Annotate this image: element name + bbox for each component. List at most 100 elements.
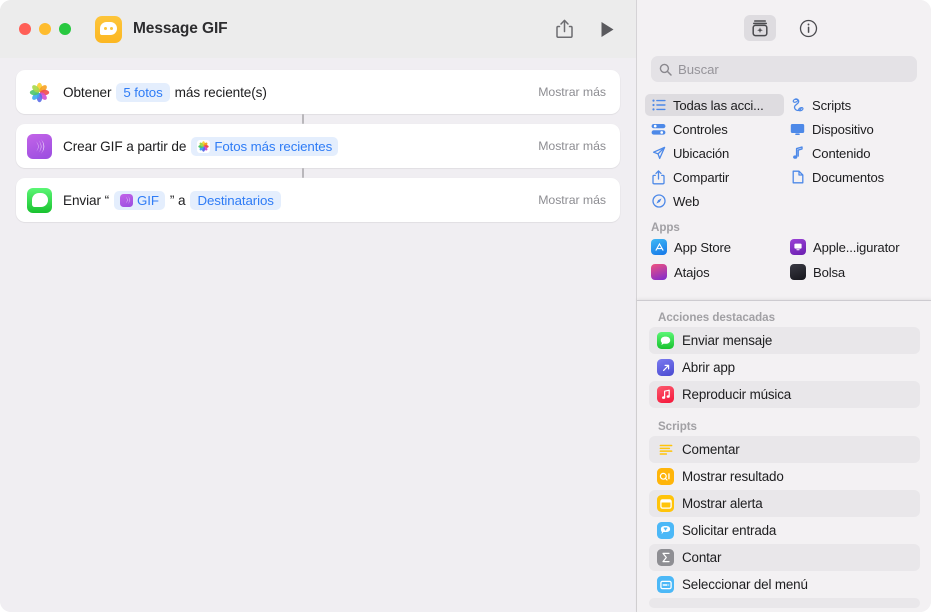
list-item-mostrar-alerta[interactable]: Mostrar alerta bbox=[649, 490, 920, 517]
list-bullet-icon bbox=[651, 99, 666, 111]
list-item-label: Mostrar resultado bbox=[682, 469, 784, 484]
show-more-button[interactable]: Mostrar más bbox=[538, 193, 606, 207]
sliders-icon bbox=[651, 123, 666, 136]
sidebar-item-label: Todas las acci... bbox=[673, 97, 764, 113]
zoom-button[interactable] bbox=[59, 23, 71, 35]
scroll-icon bbox=[790, 98, 805, 112]
shortcuts-window: Message GIF Obtener 5 fotos más reciente… bbox=[0, 0, 931, 612]
list-item-abrir-app[interactable]: Abrir app bbox=[649, 354, 920, 381]
messages-icon bbox=[27, 187, 52, 213]
traffic-lights bbox=[19, 23, 71, 35]
sidebar-item-label: Controles bbox=[673, 121, 728, 137]
action-prefix: Obtener bbox=[63, 84, 112, 100]
close-button[interactable] bbox=[19, 23, 31, 35]
sidebar-item-label: Compartir bbox=[673, 169, 730, 185]
action-connector bbox=[302, 114, 304, 124]
show-more-button[interactable]: Mostrar más bbox=[538, 139, 606, 153]
action-token-gif[interactable]: GIF bbox=[114, 190, 165, 210]
action-token-count[interactable]: 5 fotos bbox=[116, 82, 170, 102]
action-card-crear-gif[interactable]: Crear GIF a partir de Fotos más reciente… bbox=[16, 124, 620, 168]
share-icon bbox=[651, 169, 666, 185]
app-item-label: Apple...igurator bbox=[813, 239, 900, 255]
photos-icon bbox=[27, 79, 52, 105]
app-item-app-store[interactable]: App Store bbox=[645, 236, 784, 258]
action-prefix: Crear GIF a partir de bbox=[63, 138, 187, 154]
compass-icon bbox=[651, 194, 666, 208]
featured-section-header: Acciones destacadas bbox=[658, 311, 775, 324]
sidebar-item-ubicacion[interactable]: Ubicación bbox=[645, 142, 784, 164]
action-text: Obtener 5 fotos más reciente(s) bbox=[63, 82, 267, 102]
info-icon[interactable] bbox=[793, 15, 825, 41]
list-item-reproducir-musica[interactable]: Reproducir música bbox=[649, 381, 920, 408]
app-store-icon bbox=[651, 239, 667, 255]
sidebar-item-web[interactable]: Web bbox=[645, 190, 784, 212]
titlebar-actions bbox=[556, 19, 615, 39]
action-text: Crear GIF a partir de Fotos más reciente… bbox=[63, 136, 339, 156]
sidebar-item-todas-las-acciones[interactable]: Todas las acci... bbox=[645, 94, 784, 116]
list-item-seleccionar-del-menu[interactable]: Seleccionar del menú bbox=[649, 571, 920, 598]
play-run-icon[interactable] bbox=[600, 21, 615, 38]
list-item-label: Seleccionar del menú bbox=[682, 577, 808, 592]
action-card-obtener[interactable]: Obtener 5 fotos más reciente(s) Mostrar … bbox=[16, 70, 620, 114]
comment-lines-icon bbox=[657, 441, 674, 458]
photos-icon bbox=[197, 139, 211, 153]
page-title: Message GIF bbox=[133, 20, 228, 37]
sigma-count-icon bbox=[657, 549, 674, 566]
action-text: Enviar “ GIF ” a Destinatarios bbox=[63, 190, 281, 210]
actions-sidebar: Buscar Todas las acci... Scripts Control… bbox=[636, 0, 931, 612]
action-suffix: más reciente(s) bbox=[174, 84, 267, 100]
ask-input-icon bbox=[657, 522, 674, 539]
list-item-label: Reproducir música bbox=[682, 387, 792, 402]
titlebar: Message GIF bbox=[0, 0, 636, 58]
app-item-atajos[interactable]: Atajos bbox=[645, 261, 784, 283]
list-item-label: Solicitar entrada bbox=[682, 523, 777, 538]
search-field[interactable]: Buscar bbox=[651, 56, 917, 82]
sidebar-item-documentos[interactable]: Documentos bbox=[784, 166, 923, 188]
list-item-label: Contar bbox=[682, 550, 722, 565]
minimize-button[interactable] bbox=[39, 23, 51, 35]
share-icon[interactable] bbox=[556, 19, 573, 39]
list-item-label: Comentar bbox=[682, 442, 740, 457]
app-item-apple-configurator[interactable]: Apple...igurator bbox=[784, 236, 923, 258]
category-grid: Todas las acci... Scripts Controles Disp… bbox=[637, 94, 931, 212]
sidebar-item-controles[interactable]: Controles bbox=[645, 118, 784, 140]
action-card-enviar[interactable]: Enviar “ GIF ” a Destinatarios Mostrar m… bbox=[16, 178, 620, 222]
display-icon bbox=[790, 123, 805, 136]
list-item-mostrar-resultado[interactable]: Mostrar resultado bbox=[649, 463, 920, 490]
app-item-label: Atajos bbox=[674, 264, 710, 280]
sidebar-item-dispositivo[interactable]: Dispositivo bbox=[784, 118, 923, 140]
app-item-bolsa[interactable]: Bolsa bbox=[784, 261, 923, 283]
sidebar-toolbar bbox=[637, 0, 931, 56]
show-more-button[interactable]: Mostrar más bbox=[538, 85, 606, 99]
action-library-icon[interactable] bbox=[743, 15, 776, 41]
paperplane-icon bbox=[651, 146, 666, 160]
action-list: Obtener 5 fotos más reciente(s) Mostrar … bbox=[0, 58, 636, 222]
shortcuts-icon bbox=[651, 264, 667, 280]
action-prefix: Enviar “ bbox=[63, 192, 110, 208]
token-label: GIF bbox=[137, 192, 159, 208]
list-item-contar[interactable]: Contar bbox=[649, 544, 920, 571]
app-item-label: App Store bbox=[674, 239, 731, 255]
sidebar-item-label: Documentos bbox=[812, 169, 885, 185]
apps-section-header: Apps bbox=[651, 221, 680, 234]
quicklook-icon bbox=[657, 468, 674, 485]
open-app-icon bbox=[657, 359, 674, 376]
action-token-photos[interactable]: Fotos más recientes bbox=[191, 136, 339, 156]
messages-app-icon bbox=[95, 15, 122, 43]
sidebar-item-compartir[interactable]: Compartir bbox=[645, 166, 784, 188]
list-item-comentar[interactable]: Comentar bbox=[649, 436, 920, 463]
stocks-icon bbox=[790, 264, 806, 280]
music-note-icon bbox=[790, 146, 805, 160]
suggestions-panel: Acciones destacadas Enviar mensaje Abrir… bbox=[637, 300, 931, 612]
list-item-partially-visible[interactable] bbox=[649, 598, 920, 608]
list-item-label: Enviar mensaje bbox=[682, 333, 773, 348]
gif-icon bbox=[120, 193, 134, 207]
action-token-recipients[interactable]: Destinatarios bbox=[190, 190, 281, 210]
list-item-enviar-mensaje[interactable]: Enviar mensaje bbox=[649, 327, 920, 354]
sidebar-item-scripts[interactable]: Scripts bbox=[784, 94, 923, 116]
list-item-label: Mostrar alerta bbox=[682, 496, 763, 511]
messages-icon bbox=[657, 332, 674, 349]
sidebar-item-contenido[interactable]: Contenido bbox=[784, 142, 923, 164]
search-icon bbox=[659, 63, 672, 76]
list-item-solicitar-entrada[interactable]: Solicitar entrada bbox=[649, 517, 920, 544]
